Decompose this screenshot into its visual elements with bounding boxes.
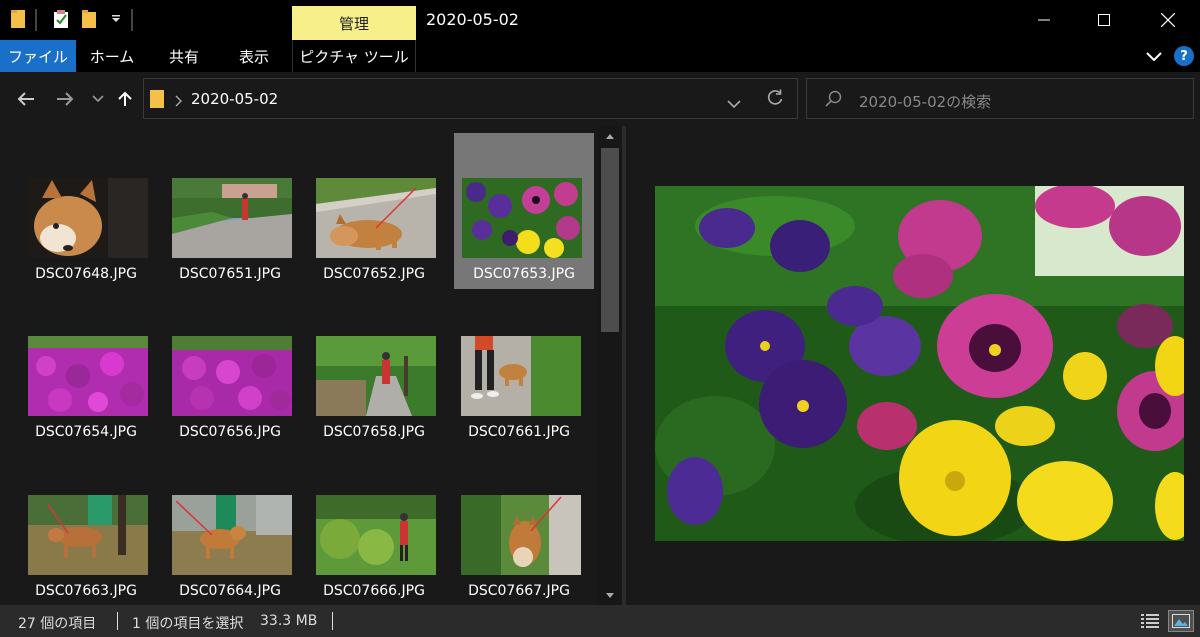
new-folder-icon[interactable] <box>79 9 99 29</box>
file-item[interactable]: DSC07654.JPG <box>16 314 156 472</box>
arrow-right-icon <box>57 92 74 106</box>
file-item[interactable]: DSC07651.JPG <box>160 156 300 314</box>
search-input[interactable]: 2020-05-02の検索 <box>806 78 1194 119</box>
thumbnail-green-park <box>316 495 436 575</box>
chevron-down-icon <box>1146 52 1162 61</box>
item-count: 27 個の項目 <box>18 616 97 632</box>
thumbnail-person-walking-dog <box>461 336 581 416</box>
chevron-right-icon[interactable] <box>174 92 182 111</box>
close-icon <box>1161 13 1175 27</box>
caret-down-icon <box>606 592 614 598</box>
search-placeholder: 2020-05-02の検索 <box>859 93 992 111</box>
status-bar: 27 個の項目 1 個の項目を選択 33.3 MB <box>0 605 1200 637</box>
refresh-icon[interactable] <box>766 89 784 111</box>
window-title: 2020-05-02 <box>426 10 519 29</box>
address-path[interactable]: 2020-05-02 <box>191 90 278 108</box>
minimize-button[interactable] <box>1014 0 1074 40</box>
thumbnail-tree-lined-path <box>316 336 436 416</box>
file-name: DSC07651.JPG <box>179 266 281 282</box>
close-button[interactable] <box>1138 0 1198 40</box>
navigation-bar: 2020-05-02 2020-05-02の検索 <box>0 72 1200 126</box>
properties-icon[interactable] <box>51 9 71 29</box>
ribbon-tabs: ファイル ホーム 共有 表示 ピクチャ ツール <box>0 40 1200 72</box>
file-item[interactable]: DSC07648.JPG <box>16 156 156 314</box>
folder-icon[interactable] <box>8 9 28 29</box>
file-item[interactable]: DSC07663.JPG <box>16 473 156 605</box>
customize-dropdown-icon[interactable] <box>106 9 126 29</box>
thumbnail-azalea-bush <box>28 336 148 416</box>
title-bar: 管理 2020-05-02 <box>0 0 1200 40</box>
preview-pane <box>626 126 1200 605</box>
file-name: DSC07666.JPG <box>323 583 425 599</box>
file-item[interactable]: DSC07667.JPG <box>449 473 589 605</box>
picture-tools-tab[interactable]: ピクチャ ツール <box>292 40 416 72</box>
chevron-down-icon <box>92 95 104 103</box>
separator <box>117 612 118 630</box>
file-name: DSC07654.JPG <box>35 424 137 440</box>
forward-button[interactable] <box>53 86 77 112</box>
file-name: DSC07658.JPG <box>323 424 425 440</box>
file-item[interactable]: DSC07664.JPG <box>160 473 300 605</box>
file-name: DSC07661.JPG <box>468 424 570 440</box>
thumbnail-dog-in-grass <box>28 495 148 575</box>
vertical-scrollbar[interactable] <box>598 126 622 605</box>
large-icons-view-icon <box>1172 614 1190 628</box>
separator <box>35 9 37 31</box>
tab-file[interactable]: ファイル <box>0 40 76 72</box>
file-item[interactable]: DSC07656.JPG <box>160 314 300 472</box>
search-icon <box>825 90 843 112</box>
scroll-down-button[interactable] <box>598 585 622 605</box>
selection-size: 33.3 MB <box>260 613 318 629</box>
maximize-icon <box>1098 14 1110 26</box>
minimize-icon <box>1038 19 1050 21</box>
thumbnail-dog-by-fence <box>172 495 292 575</box>
details-view-button[interactable] <box>1139 610 1161 632</box>
file-item-selected[interactable]: DSC07653.JPG <box>454 133 594 289</box>
up-button[interactable] <box>113 86 137 112</box>
thumbnail-dog-sniffing <box>461 495 581 575</box>
folder-icon <box>150 90 164 112</box>
tab-share[interactable]: 共有 <box>152 40 216 72</box>
large-icons-view-button[interactable] <box>1168 610 1194 632</box>
scroll-up-button[interactable] <box>598 126 622 146</box>
separator <box>131 9 133 31</box>
selection-count: 1 個の項目を選択 <box>132 616 244 632</box>
preview-image <box>655 186 1184 541</box>
file-name: DSC07656.JPG <box>179 424 281 440</box>
thumbnail-park-walkway <box>172 178 292 258</box>
file-name: DSC07652.JPG <box>323 266 425 282</box>
separator <box>332 612 333 630</box>
back-button[interactable] <box>14 86 38 112</box>
tab-view[interactable]: 表示 <box>222 40 286 72</box>
expand-ribbon-button[interactable] <box>1144 48 1164 64</box>
recent-locations-button[interactable] <box>86 86 110 112</box>
address-dropdown-icon[interactable] <box>727 94 741 113</box>
thumbnail-azalea-bush <box>172 336 292 416</box>
file-list: DSC07648.JPG DSC07651.JPG DSC07652.JPG D… <box>0 126 622 605</box>
file-name: DSC07663.JPG <box>35 583 137 599</box>
file-name: DSC07653.JPG <box>473 266 575 282</box>
file-name: DSC07664.JPG <box>179 583 281 599</box>
file-name: DSC07667.JPG <box>468 583 570 599</box>
address-bar[interactable]: 2020-05-02 <box>143 78 798 119</box>
thumbnail-pansy-flowers <box>462 178 582 258</box>
file-item[interactable]: DSC07658.JPG <box>304 314 444 472</box>
thumbnail-shiba-dog-closeup <box>28 178 148 258</box>
file-item[interactable]: DSC07661.JPG <box>449 314 589 472</box>
manage-tab[interactable]: 管理 <box>292 6 416 40</box>
maximize-button[interactable] <box>1074 0 1134 40</box>
details-view-icon <box>1141 614 1159 628</box>
arrow-left-icon <box>17 92 34 106</box>
thumbnail-shiba-dog-walking <box>316 178 436 258</box>
help-button[interactable]: ? <box>1174 46 1194 66</box>
arrow-up-icon <box>118 91 132 106</box>
file-item[interactable]: DSC07652.JPG <box>304 156 444 314</box>
file-item[interactable]: DSC07666.JPG <box>304 473 444 605</box>
picture-tools-label: ピクチャ ツール <box>299 47 409 66</box>
scrollbar-thumb[interactable] <box>601 148 619 332</box>
caret-up-icon <box>606 133 614 139</box>
file-name: DSC07648.JPG <box>35 266 137 282</box>
tab-home[interactable]: ホーム <box>80 40 144 72</box>
